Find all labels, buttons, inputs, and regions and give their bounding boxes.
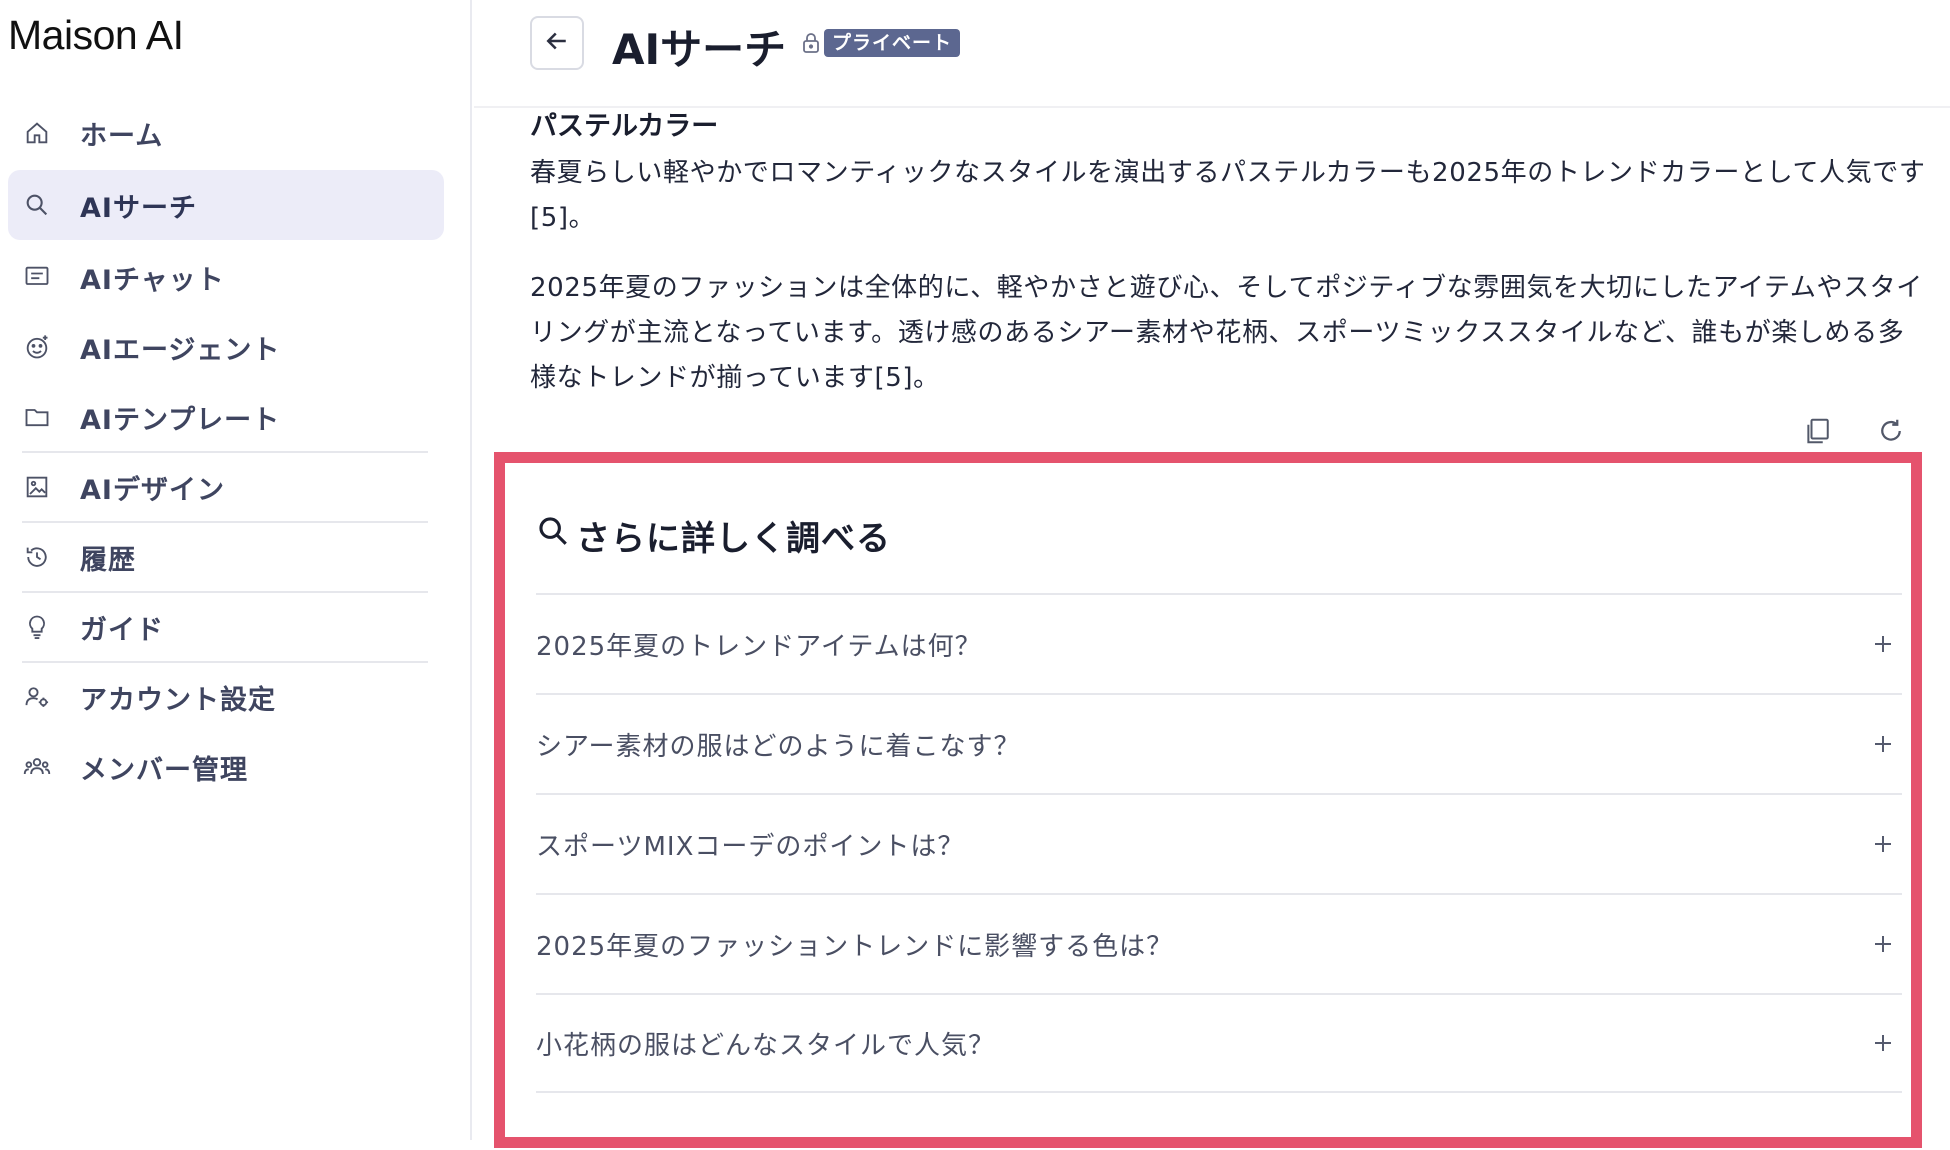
plus-icon[interactable] [1872, 633, 1894, 655]
app-window: Maison AI ホーム AIサーチ AIチャット AIエージェント AIテン… [0, 0, 1950, 1150]
sidebar-item-ai-design[interactable]: AIデザイン [8, 452, 444, 523]
sidebar-item-account-settings[interactable]: アカウント設定 [8, 662, 444, 732]
sidebar-item-label: AIサーチ [80, 192, 197, 224]
related-question-text: 小花柄の服はどんなスタイルで人気？ [536, 1030, 996, 1061]
sidebar-item-label: アカウント設定 [80, 684, 276, 716]
sidebar-item-home[interactable]: ホーム [8, 98, 444, 168]
sidebar-item-ai-agent[interactable]: AIエージェント [8, 312, 444, 382]
section-heading: パステルカラー [530, 111, 719, 142]
plus-icon[interactable] [1872, 733, 1894, 755]
sidebar-item-ai-search[interactable]: AIサーチ [8, 170, 444, 240]
folder-icon [22, 402, 52, 432]
members-icon [22, 752, 52, 782]
page-header: AIサーチ プライベート [474, 0, 1950, 108]
plus-icon[interactable] [1872, 1032, 1894, 1054]
sidebar-item-label: ホーム [80, 120, 164, 152]
refresh-icon[interactable] [1876, 416, 1906, 446]
related-question-text: 2025年夏のトレンドアイテムは何？ [536, 631, 982, 662]
sidebar-item-label: 履歴 [80, 544, 136, 576]
related-questions-list: 2025年夏のトレンドアイテムは何？ シアー素材の服はどのように着こなす？ スポ… [536, 593, 1902, 1093]
sidebar-item-label: AIデザイン [80, 474, 225, 506]
related-question[interactable]: シアー素材の服はどのように着こなす？ [536, 693, 1902, 793]
sidebar-item-label: メンバー管理 [80, 754, 248, 786]
image-icon [22, 472, 52, 502]
lock-icon [802, 32, 820, 54]
answer-paragraph: 2025年夏のファッションは全体的に、軽やかさと遊び心、そしてポジティブな雰囲気… [530, 273, 1923, 393]
related-question[interactable]: 2025年夏のファッショントレンドに影響する色は？ [536, 893, 1902, 993]
arrow-left-icon [542, 26, 572, 60]
related-question-text: 2025年夏のファッショントレンドに影響する色は？ [536, 931, 1174, 962]
account-settings-icon [22, 682, 52, 712]
sidebar-item-ai-chat[interactable]: AIチャット [8, 242, 444, 312]
sidebar-nav: ホーム AIサーチ AIチャット AIエージェント AIテンプレート AIデザイ… [8, 98, 444, 802]
sidebar-item-label: AIエージェント [80, 334, 281, 366]
sidebar-item-label: ガイド [80, 614, 164, 646]
main-panel: AIサーチ プライベート パステルカラー 春夏らしい軽やかでロマンティックなスタ… [474, 0, 1950, 1150]
sidebar-item-label: AIテンプレート [80, 404, 281, 436]
related-question-text: スポーツMIXコーデのポイントは？ [536, 831, 965, 862]
lightbulb-icon [22, 612, 52, 642]
plus-icon[interactable] [1872, 833, 1894, 855]
explore-more-label: さらに詳しく調べる [576, 519, 891, 559]
sidebar-item-label: AIチャット [80, 264, 225, 296]
search-icon [536, 514, 576, 557]
copy-icon[interactable] [1804, 416, 1834, 446]
sidebar-item-ai-template[interactable]: AIテンプレート [8, 382, 444, 453]
explore-more-title: さらに詳しく調べる [536, 511, 891, 560]
sidebar: Maison AI ホーム AIサーチ AIチャット AIエージェント AIテン… [0, 0, 472, 1140]
related-question-text: シアー素材の服はどのように着こなす？ [536, 731, 1021, 762]
answer-paragraph: 春夏らしい軽やかでロマンティックなスタイルを演出するパステルカラーも2025年の… [530, 158, 1926, 233]
sidebar-item-members[interactable]: メンバー管理 [8, 732, 444, 802]
chat-icon [22, 262, 52, 292]
plus-icon[interactable] [1872, 933, 1894, 955]
answer-actions [1804, 416, 1906, 446]
sidebar-item-guide[interactable]: ガイド [8, 592, 444, 663]
explore-more-section: さらに詳しく調べる 2025年夏のトレンドアイテムは何？ シアー素材の服はどのよ… [494, 452, 1922, 1148]
related-question[interactable]: 2025年夏のトレンドアイテムは何？ [536, 593, 1902, 693]
history-icon [22, 542, 52, 572]
page-title: AIサーチ [612, 25, 787, 74]
related-question[interactable]: 小花柄の服はどんなスタイルで人気？ [536, 993, 1902, 1093]
answer-content: パステルカラー 春夏らしい軽やかでロマンティックなスタイルを演出するパステルカラ… [530, 104, 1930, 401]
home-icon [22, 118, 52, 148]
app-logo[interactable]: Maison AI [8, 12, 184, 59]
back-button[interactable] [530, 16, 584, 70]
agent-icon [22, 332, 52, 362]
private-badge: プライベート [824, 29, 961, 57]
search-icon [22, 190, 52, 220]
sidebar-item-history[interactable]: 履歴 [8, 522, 444, 593]
related-question[interactable]: スポーツMIXコーデのポイントは？ [536, 793, 1902, 893]
